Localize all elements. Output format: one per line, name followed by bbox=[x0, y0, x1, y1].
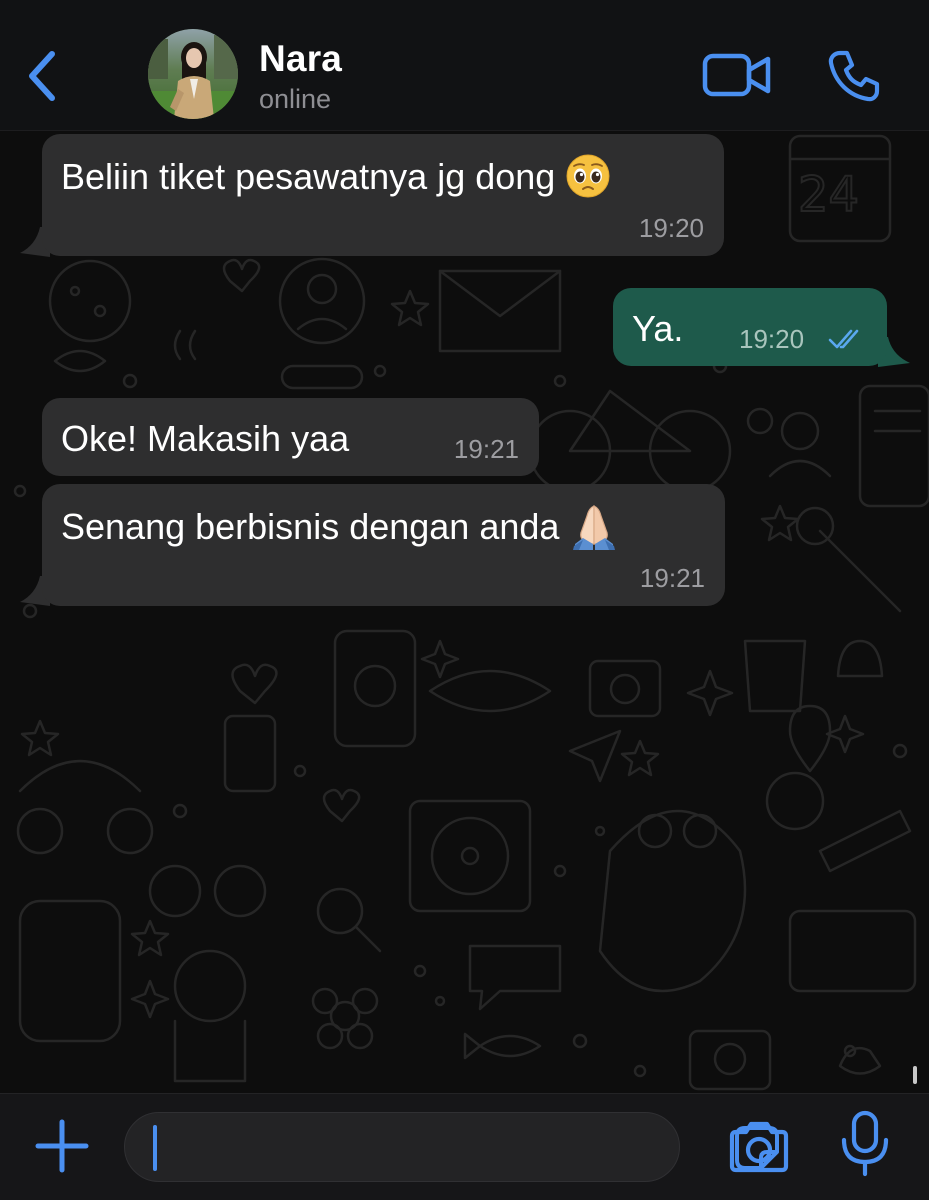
contact-name[interactable]: Nara bbox=[259, 38, 342, 80]
message-time: 19:21 bbox=[453, 434, 519, 464]
chat-header: Nara online bbox=[0, 0, 929, 131]
double-check-read-icon bbox=[828, 329, 859, 349]
message-text-content: Beliin tiket pesawatnya jg dong bbox=[61, 156, 556, 197]
scroll-indicator[interactable] bbox=[913, 1066, 917, 1084]
message-bubble-outgoing[interactable]: Ya. 19:20 bbox=[613, 288, 887, 366]
chevron-left-icon bbox=[29, 51, 55, 101]
voice-call-button[interactable] bbox=[826, 48, 882, 104]
message-bubble-incoming[interactable]: Beliin tiket pesawatnya jg dong 19:20 bbox=[42, 134, 724, 256]
message-bubble-incoming[interactable]: Oke! Makasih yaa 19:21 bbox=[42, 398, 539, 476]
message-time: 19:21 bbox=[639, 563, 705, 593]
back-button[interactable] bbox=[14, 40, 70, 112]
composer-bar bbox=[0, 1093, 929, 1200]
microphone-icon bbox=[841, 1110, 889, 1177]
contact-status: online bbox=[259, 84, 332, 114]
attach-button[interactable] bbox=[32, 1116, 92, 1176]
camera-icon bbox=[729, 1121, 789, 1173]
video-call-button[interactable] bbox=[702, 50, 772, 100]
message-input[interactable] bbox=[124, 1112, 779, 1182]
avatar-photo bbox=[148, 29, 238, 119]
message-text: Ya. bbox=[632, 308, 684, 349]
text-caret bbox=[153, 1125, 157, 1171]
chat-screen: Nara online 24 Beliin tiket pesawatnya j… bbox=[0, 0, 929, 1200]
message-list[interactable]: 24 Beliin tiket pesawatnya jg dong 19:20… bbox=[0, 131, 929, 1093]
message-text: Oke! Makasih yaa bbox=[61, 418, 350, 459]
message-text: Senang berbisnis dengan anda bbox=[61, 505, 619, 551]
folded-hands-emoji bbox=[573, 505, 616, 551]
voice-message-button[interactable] bbox=[838, 1110, 892, 1178]
chat-wallpaper: 24 bbox=[13, 134, 929, 1091]
message-text-content: Senang berbisnis dengan anda bbox=[61, 506, 560, 547]
camera-button[interactable] bbox=[728, 1116, 790, 1176]
message-text: Beliin tiket pesawatnya jg dong bbox=[61, 154, 611, 199]
contact-avatar[interactable] bbox=[148, 29, 238, 119]
svg-text:24: 24 bbox=[798, 167, 859, 223]
video-camera-icon bbox=[702, 53, 771, 97]
message-time: 19:20 bbox=[739, 324, 805, 354]
message-bubble-incoming[interactable]: Senang berbisnis dengan anda 19:21 bbox=[42, 484, 725, 606]
pleading-face-emoji bbox=[566, 154, 610, 198]
phone-icon bbox=[828, 50, 880, 102]
message-time: 19:20 bbox=[638, 213, 704, 243]
plus-icon bbox=[35, 1119, 89, 1173]
